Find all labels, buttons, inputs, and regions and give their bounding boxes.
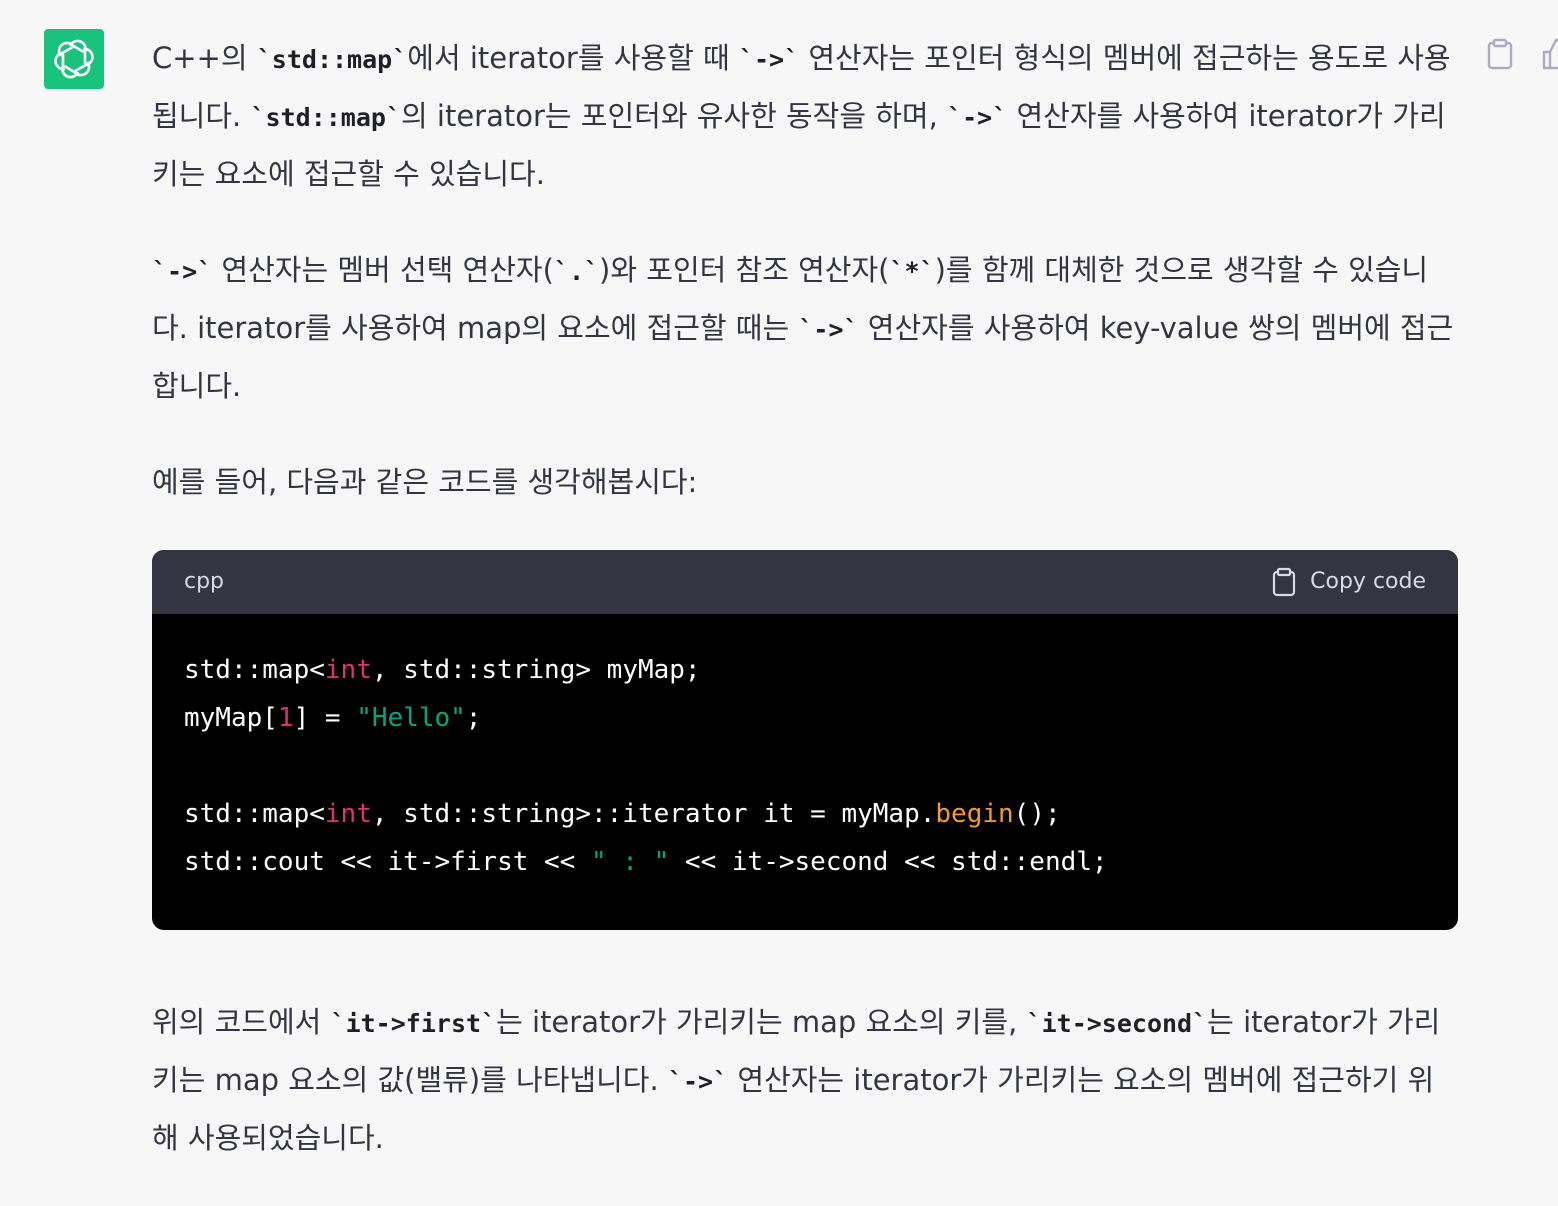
thumbs-up-icon [1542, 38, 1558, 70]
code-line: std::cout << it->first << " : " << it->s… [184, 838, 1426, 886]
inline-code: `it->second` [1026, 1009, 1208, 1038]
assistant-avatar [44, 29, 104, 89]
code-token: std::cout << it->first << [184, 847, 591, 877]
paragraph-example-lead: 예를 들어, 다음과 같은 코드를 생각해봅시다: [152, 465, 698, 499]
inline-code: `->` [738, 45, 800, 74]
code-block: cpp Copy code std::map<int, std::string>… [152, 550, 1458, 930]
paragraph-explanation: 위의 코드에서 `it->first`는 iterator가 가리키는 map … [152, 994, 1458, 1166]
code-header: cpp Copy code [152, 550, 1458, 614]
code-number: 1 [277, 703, 294, 733]
paragraph-intro: C++의 `std::map`에서 iterator를 사용할 때 `->` 연… [152, 30, 1458, 202]
inline-code: `std::map` [250, 103, 401, 132]
code-token: (); [1013, 799, 1061, 829]
openai-logo-icon [54, 39, 94, 79]
thumbs-up-button[interactable] [1538, 36, 1558, 72]
code-token: , std::string> myMap; [371, 655, 701, 685]
text: 연산자는 멤버 선택 연산자( [212, 253, 554, 287]
paragraph-operator: `->` 연산자는 멤버 선택 연산자(`.`)와 포인터 참조 연산자(`*`… [152, 242, 1458, 414]
inline-code: `*` [889, 257, 935, 286]
code-line: std::map<int, std::string>::iterator it … [184, 790, 1426, 838]
copy-code-button[interactable]: Copy code [1272, 567, 1426, 597]
text: 위의 코드에서 [152, 1005, 331, 1039]
clipboard-icon [1273, 567, 1296, 597]
code-token: ; [465, 703, 482, 733]
inline-code: `->` [798, 315, 859, 344]
code-string: "Hello" [356, 703, 466, 733]
inline-code: `.` [553, 257, 600, 286]
inline-code: `it->first` [330, 1009, 497, 1038]
copy-message-button[interactable] [1482, 36, 1518, 72]
assistant-message: C++의 `std::map`에서 iterator를 사용할 때 `->` 연… [152, 30, 1458, 1206]
copy-code-label: Copy code [1310, 569, 1426, 594]
code-token: , std::string>::iterator it = myMap. [371, 799, 936, 829]
code-function: begin [935, 799, 1014, 829]
clipboard-icon [1487, 38, 1513, 70]
code-line: myMap[1] = "Hello"; [184, 694, 1426, 742]
code-line: std::map<int, std::string> myMap; [184, 646, 1426, 694]
code-token: myMap[ [184, 703, 278, 733]
code-token: ] = [293, 703, 357, 733]
inline-code: `std::map` [256, 45, 408, 74]
code-token: std::map< [184, 655, 325, 685]
code-keyword: int [324, 655, 372, 685]
inline-code: `->` [947, 103, 1008, 132]
inline-code: `->` [667, 1067, 729, 1096]
code-keyword: int [324, 799, 372, 829]
text: C++의 [152, 41, 257, 75]
code-body: std::map<int, std::string> myMap; myMap[1… [152, 614, 1458, 930]
text: 의 iterator는 포인터와 유사한 동작을 하며, [401, 99, 948, 133]
code-string: " : " [591, 847, 670, 877]
code-token: << it->second << std::endl; [669, 847, 1108, 877]
message-actions [1482, 36, 1558, 72]
inline-code: `->` [152, 257, 213, 286]
code-language-label: cpp [184, 569, 225, 594]
code-token: std::map< [184, 799, 325, 829]
text: )와 포인터 참조 연산자( [599, 253, 890, 287]
text: 에서 iterator를 사용할 때 [407, 41, 739, 75]
text: 는 iterator가 가리키는 map 요소의 키를, [496, 1005, 1027, 1039]
